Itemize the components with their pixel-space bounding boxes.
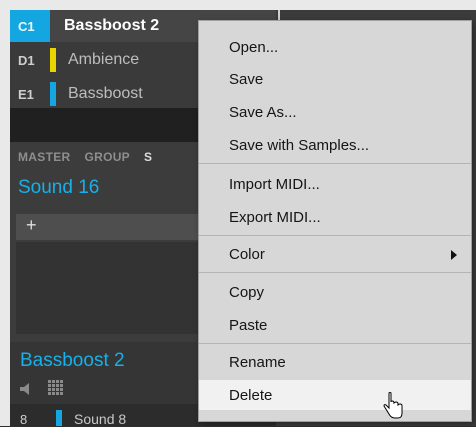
menu-item-save[interactable]: Save <box>199 64 471 94</box>
menu-item-paste[interactable]: Paste <box>199 310 471 340</box>
menu-item-copy[interactable]: Copy <box>199 277 471 307</box>
menu-item-color[interactable]: Color <box>199 239 471 269</box>
menu-separator <box>199 343 471 344</box>
window-frame-top <box>0 0 476 10</box>
menu-item-open[interactable]: Open... <box>199 32 471 62</box>
mouse-cursor-icon <box>383 392 403 419</box>
speaker-icon[interactable] <box>20 383 34 395</box>
menu-item-color-label: Color <box>229 245 265 263</box>
sound-index: 8 <box>20 412 28 427</box>
group-color-bar <box>50 82 56 106</box>
tab-sound[interactable]: S <box>144 150 152 164</box>
menu-item-save-as[interactable]: Save As... <box>199 97 471 127</box>
menu-separator <box>199 235 471 236</box>
menu-separator <box>199 163 471 164</box>
context-menu: Open... Save Save As... Save with Sample… <box>198 20 472 422</box>
submenu-arrow-icon <box>451 250 457 260</box>
group-color-bar <box>50 48 56 72</box>
menu-item-export-midi[interactable]: Export MIDI... <box>199 202 471 232</box>
group-name: Ambience <box>68 51 140 68</box>
menu-item-save-with-samples[interactable]: Save with Samples... <box>199 130 471 160</box>
add-button[interactable]: + <box>26 215 37 236</box>
menu-separator <box>199 272 471 273</box>
menu-item-rename[interactable]: Rename <box>199 347 471 377</box>
menu-item-delete[interactable]: Delete <box>199 380 471 410</box>
sound-color-bar <box>56 410 62 426</box>
group-name: Bassboost <box>68 85 143 102</box>
slot-area <box>16 242 202 334</box>
menu-item-import-midi[interactable]: Import MIDI... <box>199 169 471 199</box>
group-index: E1 <box>18 86 34 102</box>
add-slot-row[interactable] <box>16 214 202 240</box>
group-index: D1 <box>18 52 35 68</box>
panel-tabs: MASTER GROUP S <box>18 150 152 164</box>
sound-title: Sound 16 <box>18 177 100 198</box>
window-frame-left <box>0 0 10 426</box>
tab-master[interactable]: MASTER <box>18 150 70 164</box>
grid-icon[interactable] <box>48 380 64 396</box>
tab-group[interactable]: GROUP <box>84 150 130 164</box>
group-title: Bassboost 2 <box>20 350 125 371</box>
group-name: Bassboost 2 <box>64 17 160 34</box>
group-index: C1 <box>10 10 50 42</box>
sound-name: Sound 8 <box>74 411 127 427</box>
